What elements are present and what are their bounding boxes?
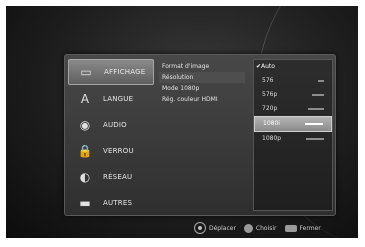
level-bar xyxy=(308,108,324,110)
option-label: 1080i xyxy=(263,120,280,127)
option-label: 576p xyxy=(262,91,278,98)
move-label: Déplacer xyxy=(209,224,236,232)
submenu-item-1080p-mode[interactable]: Mode 1080p xyxy=(159,83,245,94)
submenu-item-hdmi-color[interactable]: Rég. couleur HDMI xyxy=(159,94,245,105)
select-label: Choisir xyxy=(255,224,277,232)
submenu-item-resolution[interactable]: Résolution xyxy=(159,72,245,83)
select-hint: Choisir xyxy=(243,223,277,233)
main-menu: ▭ AFFICHAGE A LANGUE ◉ AUDIO 🔒 VERROU ◐ … xyxy=(68,59,154,217)
option-720p[interactable]: 720p xyxy=(254,102,332,116)
close-label: Fermer xyxy=(299,224,321,232)
menu-item-autres[interactable]: ▬ AUTRES xyxy=(68,191,154,215)
option-auto[interactable]: ✔Auto xyxy=(254,60,332,74)
display-icon: ▭ xyxy=(80,65,92,79)
button-guide: Déplacer Choisir Fermer xyxy=(194,222,329,234)
menu-item-langue[interactable]: A LANGUE xyxy=(68,87,154,111)
option-label: ✔Auto xyxy=(256,63,275,70)
option-label: 720p xyxy=(262,105,278,112)
menu-item-reseau[interactable]: ◐ RÉSEAU xyxy=(68,165,154,189)
network-icon: ◐ xyxy=(79,170,91,184)
level-bar xyxy=(306,138,324,140)
return-key-icon xyxy=(284,224,297,232)
option-1080p[interactable]: 1080p xyxy=(254,132,332,146)
menu-item-label: VERROU xyxy=(103,147,134,155)
resolution-options: ✔Auto 576 576p 720p 1080i 1080p xyxy=(253,59,333,211)
lock-icon: 🔒 xyxy=(77,144,93,158)
option-576[interactable]: 576 xyxy=(254,74,332,88)
level-bar xyxy=(305,123,323,125)
menu-item-label: LANGUE xyxy=(103,95,134,103)
option-576p[interactable]: 576p xyxy=(254,88,332,102)
option-1080i[interactable]: 1080i xyxy=(254,116,332,132)
submenu: Format d'image Résolution Mode 1080p Rég… xyxy=(159,61,245,105)
move-hint: Déplacer xyxy=(194,222,236,234)
ok-button-icon xyxy=(243,223,253,233)
language-icon: A xyxy=(80,92,90,106)
audio-icon: ◉ xyxy=(79,118,91,132)
others-icon: ▬ xyxy=(79,196,91,210)
dpad-icon xyxy=(194,222,206,234)
level-bar xyxy=(312,94,324,96)
menu-item-label: AUDIO xyxy=(103,121,127,129)
menu-item-affichage[interactable]: ▭ AFFICHAGE xyxy=(68,59,154,85)
setup-panel: ▭ AFFICHAGE A LANGUE ◉ AUDIO 🔒 VERROU ◐ … xyxy=(64,54,336,216)
option-label: 1080p xyxy=(262,135,282,142)
menu-item-verrou[interactable]: 🔒 VERROU xyxy=(68,139,154,163)
menu-item-label: RÉSEAU xyxy=(103,173,133,181)
option-label: 576 xyxy=(262,77,274,84)
menu-item-label: AUTRES xyxy=(103,199,133,207)
level-bar xyxy=(318,80,324,82)
close-hint: Fermer xyxy=(284,224,321,232)
tv-screen: ▭ AFFICHAGE A LANGUE ◉ AUDIO 🔒 VERROU ◐ … xyxy=(6,6,358,238)
submenu-item-aspect[interactable]: Format d'image xyxy=(159,61,245,72)
menu-item-audio[interactable]: ◉ AUDIO xyxy=(68,113,154,137)
menu-item-label: AFFICHAGE xyxy=(104,68,146,76)
